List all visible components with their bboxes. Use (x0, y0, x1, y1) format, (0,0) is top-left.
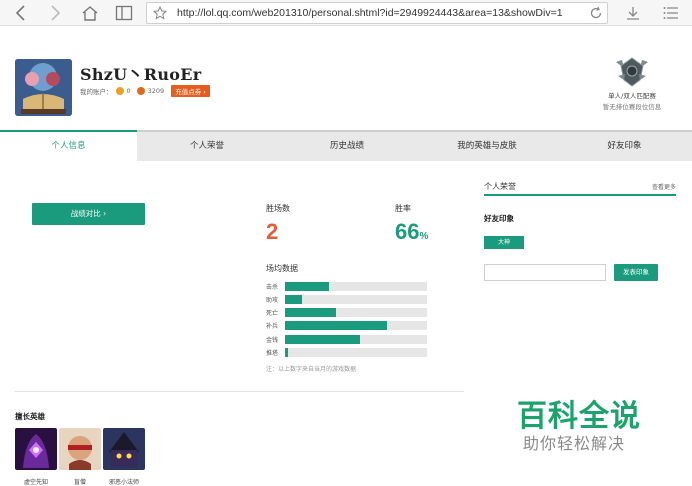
tab-personal-info[interactable]: 个人信息 (0, 130, 137, 161)
stat-bar-label: 助攻 (266, 296, 279, 304)
watermark-title: 百科全说 (517, 399, 641, 434)
stat-bar-label: 金钱 (266, 336, 279, 344)
stat-bar-label: 补兵 (266, 322, 279, 330)
stat-bar-fill (285, 334, 361, 344)
wins-label: 胜场数 (266, 204, 290, 213)
tab-heroes-skins[interactable]: 我的英雄与皮肤 (417, 132, 557, 161)
winrate-value: 66 (395, 219, 420, 244)
player-name: ShzU丶RuoEr (80, 65, 202, 84)
rank-status: 暂无排位赛段位信息 (602, 103, 662, 111)
hero-card[interactable]: 虚空先知 (15, 428, 57, 486)
winrate: 66% (395, 219, 428, 245)
hero-card[interactable]: 邪恶小法师 (103, 428, 145, 486)
tab-personal-honor[interactable]: 个人荣誉 (137, 132, 277, 161)
profile-tabs: 个人信息 个人荣誉 历史战绩 我的英雄与皮肤 好友印象 (0, 130, 692, 161)
section-divider (15, 391, 464, 392)
stat-bar-row: 助攻 (266, 294, 428, 304)
hero-portrait (103, 428, 145, 470)
watermark-subtitle: 助你轻松解决 (523, 434, 626, 453)
stat-bar-label: 死亡 (266, 309, 279, 317)
honor-section-header: 个人荣誉 查看更多 (484, 180, 676, 196)
stat-bar-track (285, 294, 427, 304)
menu-icon[interactable] (660, 2, 682, 24)
stat-bar-track (285, 347, 427, 357)
address-bar[interactable]: http://lol.qq.com/web201310/personal.sht… (146, 2, 608, 24)
gold-count: 0 (126, 87, 131, 95)
rank-queue-title: 单人/双人匹配赛 (608, 92, 656, 100)
stat-bar-row: 补兵 (266, 320, 428, 330)
stat-bar-track (285, 281, 427, 291)
stat-bar-row: 推塔 (266, 347, 428, 357)
stat-bar-track (285, 320, 427, 330)
stat-bar-fill (285, 320, 388, 330)
rank-emblem-icon (612, 56, 652, 88)
account-info: 我的账户： 0 3209 充值点券 › (80, 85, 210, 97)
browser-toolbar: http://lol.qq.com/web201310/personal.sht… (0, 0, 692, 26)
account-label: 我的账户： (80, 88, 113, 96)
points-coin-icon (136, 87, 145, 95)
stat-bar-fill (285, 307, 337, 317)
tab-match-history[interactable]: 历史战绩 (277, 132, 417, 161)
impression-tag[interactable]: 大神 (484, 236, 524, 249)
stat-bar-label: 击杀 (266, 283, 279, 291)
recharge-button[interactable]: 充值点券 › (171, 85, 210, 97)
bookmark-star-icon[interactable] (152, 5, 168, 23)
publish-impression-button[interactable]: 发表印象 (614, 264, 658, 281)
sidebar-icon[interactable] (113, 2, 135, 24)
stat-bar-fill (285, 347, 288, 357)
stat-bar-row: 金钱 (266, 334, 428, 344)
stat-bar-row: 死亡 (266, 307, 428, 317)
compare-stats-button[interactable]: 战绩对比 › (32, 203, 145, 225)
hero-portrait (59, 428, 101, 470)
stat-bar-fill (285, 281, 330, 291)
winrate-unit: % (419, 231, 429, 242)
back-icon[interactable] (10, 2, 32, 24)
download-icon[interactable] (622, 2, 644, 24)
stat-bar-label: 推塔 (266, 349, 279, 357)
winrate-label: 胜率 (395, 204, 411, 213)
wins-value: 2 (266, 219, 279, 244)
forward-icon[interactable] (44, 2, 66, 24)
honor-title: 个人荣誉 (484, 182, 516, 191)
impression-input[interactable] (484, 264, 606, 281)
impressions-title: 好友印象 (484, 214, 514, 223)
stat-bar-track (285, 334, 427, 344)
reload-icon[interactable] (589, 6, 603, 23)
home-icon[interactable] (79, 2, 101, 24)
stat-bar-fill (285, 294, 303, 304)
best-heroes-title: 擅长英雄 (15, 412, 45, 421)
avatar (15, 59, 72, 116)
hero-card[interactable]: 盲僧 (59, 428, 101, 486)
gold-coin-icon (115, 87, 124, 95)
tab-friend-impressions[interactable]: 好友印象 (557, 132, 692, 161)
stats-note: 注：以上数字来自当月的游戏数据 (266, 366, 357, 373)
view-more-link[interactable]: 查看更多 (652, 182, 676, 191)
average-stats-title: 场均数据 (266, 264, 298, 273)
url-text: http://lol.qq.com/web201310/personal.sht… (177, 7, 563, 19)
points-count: 3209 (147, 87, 165, 95)
stat-bar-track (285, 307, 427, 317)
stat-bar-row: 击杀 (266, 281, 428, 291)
hero-portrait (15, 428, 57, 470)
